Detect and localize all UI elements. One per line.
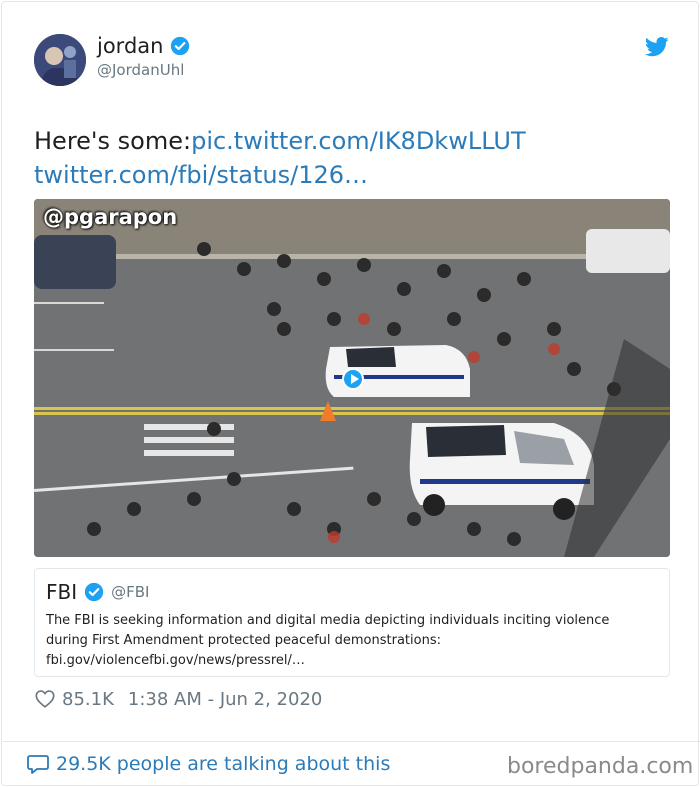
conversation-link[interactable]: 29.5K people are talking about this [26, 752, 390, 776]
play-icon[interactable] [342, 368, 364, 390]
quoted-author-handle[interactable]: @FBI [111, 583, 149, 601]
quoted-header: FBI @FBI [46, 580, 149, 604]
like-count[interactable]: 85.1K [62, 689, 114, 710]
twitter-bird-icon[interactable] [645, 37, 669, 57]
tweet-prefix: Here's some: [34, 127, 192, 155]
conversation-text[interactable]: 29.5K people are talking about this [56, 753, 390, 775]
video-watermark: @pgarapon [43, 205, 178, 229]
quoted-text: The FBI is seeking information and digit… [46, 611, 656, 671]
quoted-author-name[interactable]: FBI [46, 580, 77, 604]
speech-bubble-icon [27, 755, 49, 774]
author-handle[interactable]: @JordanUhl [97, 61, 184, 79]
tweet-video[interactable]: @pgarapon [34, 199, 670, 557]
divider [3, 741, 700, 742]
brand-watermark: boredpanda.com [507, 754, 694, 779]
avatar[interactable] [34, 34, 86, 86]
tweet-card: jordan @JordanUhl Here's some:pic.twitte… [1, 1, 700, 786]
author-name-row[interactable]: jordan [97, 34, 191, 58]
quoted-line: The FBI is seeking information and digit… [46, 613, 610, 628]
quoted-line: during First Amendment protected peacefu… [46, 633, 441, 648]
verified-badge-icon [171, 36, 190, 56]
tweet-link-status[interactable]: twitter.com/fbi/status/126… [34, 161, 368, 189]
quoted-link[interactable]: fbi.gov/violencefbi.gov/news/pressrel/… [46, 651, 656, 671]
tweet-link-pic[interactable]: pic.twitter.com/IK8DkwLLUT [191, 127, 526, 155]
quoted-tweet[interactable]: FBI @FBI The FBI is seeking information … [34, 568, 670, 677]
heart-icon[interactable] [34, 688, 56, 710]
tweet-meta: 85.1K 1:38 AM - Jun 2, 2020 [34, 688, 322, 710]
author-name[interactable]: jordan [97, 34, 163, 58]
timestamp[interactable]: 1:38 AM - Jun 2, 2020 [128, 689, 322, 710]
tweet-text: Here's some:pic.twitter.com/IK8DkwLLUT t… [34, 124, 674, 192]
verified-badge-icon [84, 582, 104, 602]
